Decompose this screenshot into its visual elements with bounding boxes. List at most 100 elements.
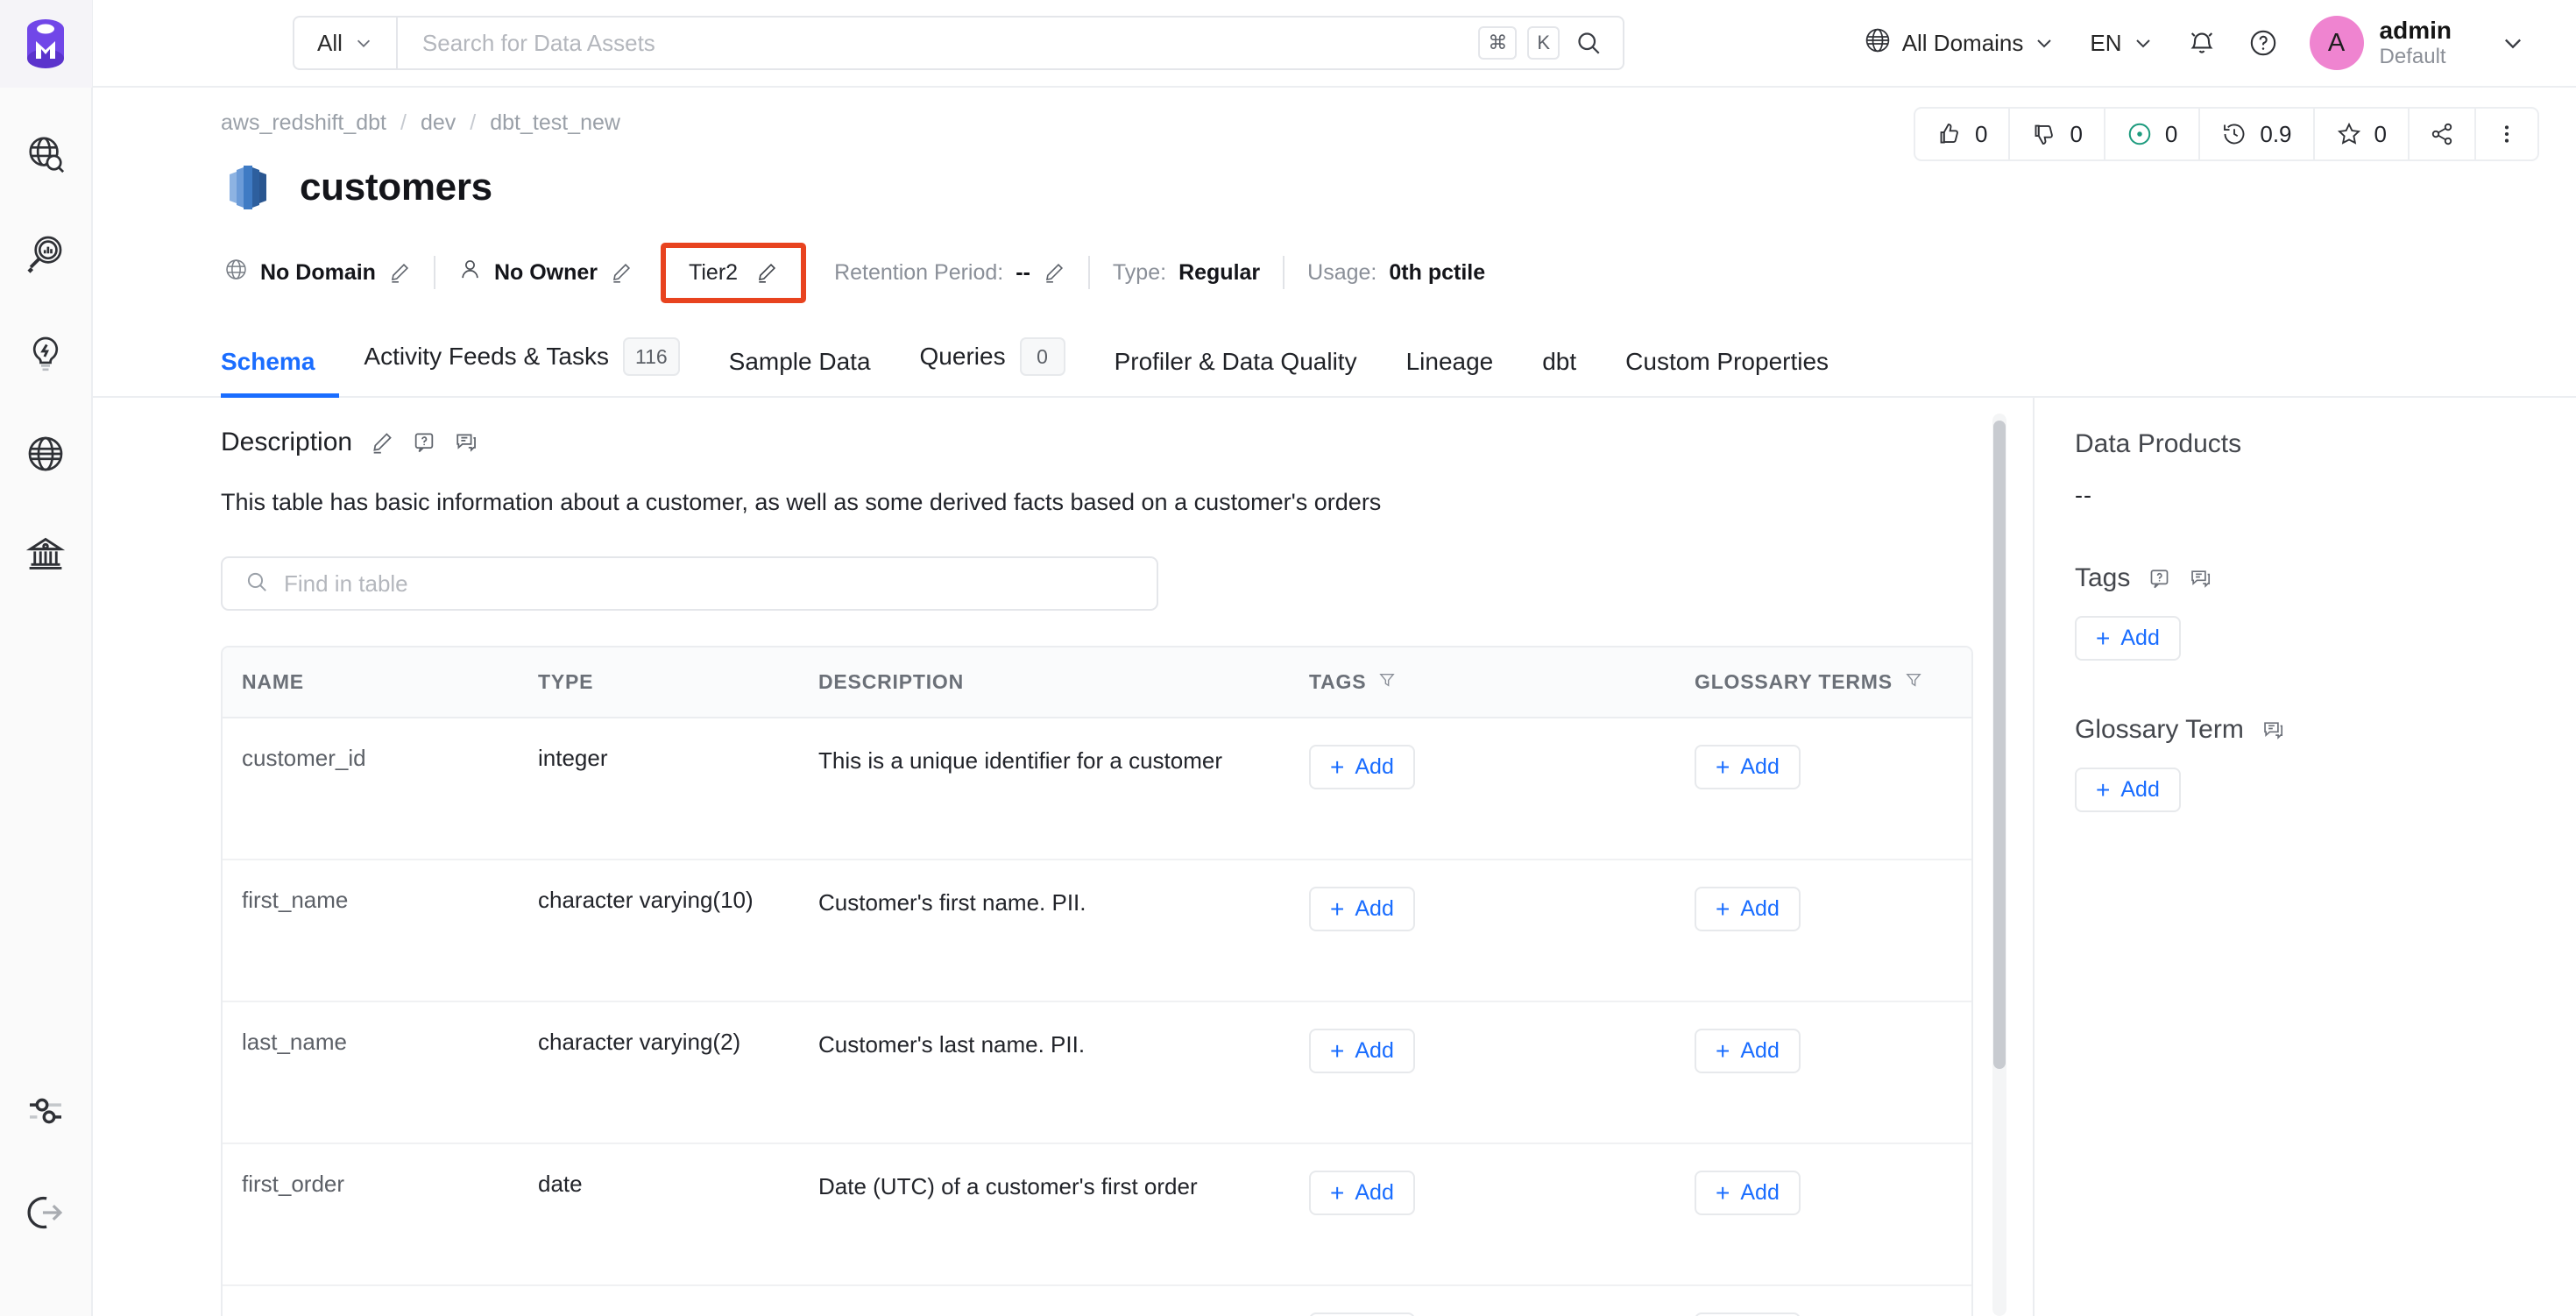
meta-usage-value: 0th pctile [1389, 259, 1486, 285]
column-header-name[interactable]: NAME [223, 647, 538, 719]
add-glossary-button[interactable]: + Add [1695, 745, 1801, 790]
add-tag-button[interactable]: + Add [1309, 1029, 1415, 1074]
sidebar-item-settings[interactable] [21, 1086, 70, 1136]
column-header-description[interactable]: DESCRIPTION [818, 647, 1309, 719]
sidebar-item-domains[interactable] [21, 429, 70, 478]
user-icon [458, 258, 482, 287]
tab-activity-feeds-tasks[interactable]: Activity Feeds & Tasks 116 [339, 325, 704, 398]
breadcrumb-item-schema[interactable]: dbt_test_new [490, 110, 620, 136]
add-tag-button[interactable]: + Add [1309, 1312, 1415, 1316]
edit-owner-icon[interactable] [610, 261, 633, 284]
vote-up-button[interactable]: 0 [1915, 109, 2011, 159]
user-menu-caret[interactable] [2452, 31, 2546, 55]
sidebar-item-govern[interactable] [21, 529, 70, 578]
find-in-table-input[interactable] [284, 570, 1134, 598]
entity-tabs: Schema Activity Feeds & Tasks 116 Sample… [93, 325, 2576, 398]
meta-owner-label: No Owner [493, 259, 598, 285]
tab-activity-feeds-tasks-badge: 116 [622, 337, 680, 376]
content-scrollbar-thumb[interactable] [1993, 421, 2006, 1069]
top-bar: All ⌘ K [93, 0, 2576, 88]
column-header-glossary-terms[interactable]: GLOSSARY TERMS [1695, 647, 1971, 719]
table-row[interactable]: first_order date Date (UTC) of a custome… [223, 1143, 1971, 1287]
cell-column-description: Customer's first name. PII. [818, 860, 1309, 1003]
language-selector[interactable]: EN [2072, 30, 2170, 57]
filter-icon[interactable] [1378, 670, 1396, 694]
tab-profiler-data-quality[interactable]: Profiler & Data Quality [1090, 336, 1382, 398]
rail-bottom-items [21, 1086, 70, 1316]
sidebar-item-logout[interactable] [21, 1188, 70, 1237]
notifications-button[interactable] [2171, 28, 2233, 58]
add-tag-button[interactable]: + Add [1309, 745, 1415, 790]
tab-queries[interactable]: Queries 0 [895, 325, 1090, 398]
breadcrumb-item-database[interactable]: dev [421, 110, 456, 136]
data-products-section: Data Products -- [2075, 429, 2541, 509]
table-row[interactable]: most_recent_order date Date (UTC) of a c… [223, 1285, 1971, 1316]
user-menu[interactable]: A admin Default [2294, 16, 2452, 70]
add-glossary-button[interactable]: + Add [1695, 887, 1801, 932]
app-logo[interactable] [0, 0, 92, 88]
help-button[interactable] [2233, 28, 2294, 58]
glossary-comments-icon[interactable] [2261, 718, 2285, 742]
meta-tier-highlighted[interactable]: Tier2 [661, 242, 807, 303]
app-root: All ⌘ K [0, 0, 2576, 1316]
breadcrumb-separator: / [470, 110, 477, 135]
add-glossary-button[interactable]: + Add [1695, 1312, 1801, 1316]
table-row[interactable]: last_name character varying(2) Customer'… [223, 1001, 1971, 1145]
tab-schema[interactable]: Schema [221, 336, 340, 398]
edit-retention-icon[interactable] [1043, 261, 1065, 284]
add-glossary-button-panel[interactable]: + Add [2075, 768, 2181, 812]
rail-items [21, 130, 70, 578]
add-glossary-button[interactable]: + Add [1695, 1171, 1801, 1216]
meta-domain-label: No Domain [260, 259, 376, 285]
avatar: A [2309, 16, 2364, 70]
add-tag-button-panel[interactable]: + Add [2075, 616, 2181, 661]
tab-sample-data[interactable]: Sample Data [704, 336, 895, 398]
search-input[interactable] [397, 29, 1479, 57]
edit-domain-icon[interactable] [388, 261, 411, 284]
table-row[interactable]: first_name character varying(10) Custome… [223, 860, 1971, 1003]
description-header: Description [221, 428, 2033, 457]
sidebar-item-incidents[interactable] [21, 329, 70, 379]
table-row[interactable]: customer_id integer This is a unique ide… [223, 718, 1971, 861]
sidebar-item-explore[interactable] [21, 130, 70, 179]
add-tag-button[interactable]: + Add [1309, 1171, 1415, 1216]
cell-column-name: first_name [223, 860, 538, 1003]
request-tags-icon[interactable] [2148, 567, 2171, 591]
add-tag-label: Add [1355, 754, 1394, 780]
filter-icon[interactable] [1905, 670, 1922, 694]
plus-icon: + [1330, 1178, 1345, 1206]
content-scrollbar[interactable] [1992, 414, 2006, 1316]
tags-add-wrapper: + Add [2075, 616, 2541, 661]
share-button[interactable] [2410, 109, 2476, 159]
tags-comments-icon[interactable] [2189, 567, 2212, 591]
add-glossary-label: Add [1740, 1180, 1780, 1206]
request-description-icon[interactable] [412, 430, 436, 455]
meta-type-label: Type: [1112, 259, 1167, 285]
follow-button[interactable]: 0 [2315, 109, 2410, 159]
edit-tier-icon[interactable] [755, 261, 778, 284]
edit-description-icon[interactable] [370, 430, 394, 455]
domain-selector[interactable]: All Domains [1846, 26, 2073, 60]
version-button[interactable]: 0.9 [2200, 109, 2315, 159]
sliders-icon [29, 1098, 62, 1124]
tab-custom-properties[interactable]: Custom Properties [1601, 336, 1853, 398]
tab-lineage[interactable]: Lineage [1382, 336, 1518, 398]
tab-profiler-data-quality-label: Profiler & Data Quality [1114, 348, 1357, 375]
meta-tier-label: Tier2 [689, 259, 739, 285]
more-actions-button[interactable] [2476, 109, 2537, 159]
vote-down-button[interactable]: 0 [2010, 109, 2105, 159]
cell-glossary: + Add [1695, 1001, 1971, 1145]
search-icon[interactable] [1575, 30, 1602, 56]
column-header-tags[interactable]: TAGS [1309, 647, 1695, 719]
announcement-button[interactable]: 0 [2105, 109, 2201, 159]
add-tag-button[interactable]: + Add [1309, 887, 1415, 932]
globe-icon [1864, 26, 1892, 60]
description-comments-icon[interactable] [454, 430, 478, 455]
breadcrumb-item-service[interactable]: aws_redshift_dbt [221, 110, 386, 136]
sidebar-item-insights[interactable] [21, 230, 70, 279]
tab-dbt[interactable]: dbt [1518, 336, 1601, 398]
search-scope-dropdown[interactable]: All [294, 18, 398, 68]
column-header-type[interactable]: TYPE [538, 647, 818, 719]
add-glossary-button[interactable]: + Add [1695, 1029, 1801, 1074]
cell-column-description: Date (UTC) of a customer's first order [818, 1143, 1309, 1287]
